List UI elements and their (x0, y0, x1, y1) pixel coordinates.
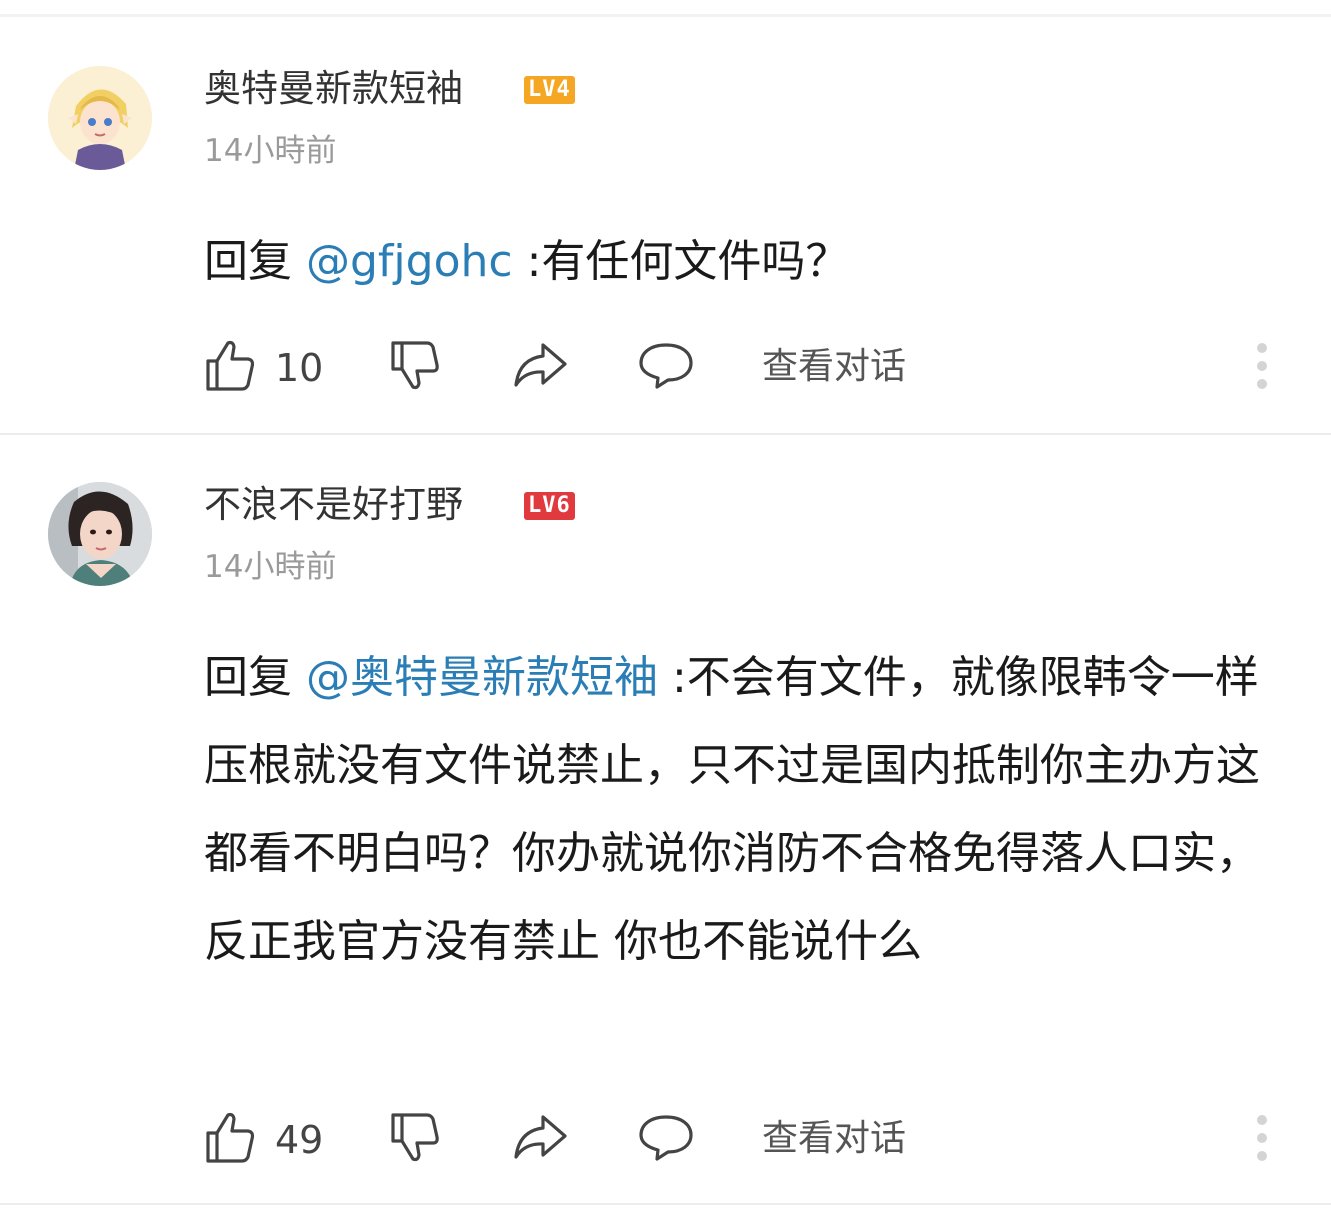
view-conversation-link[interactable]: 查看对话 (762, 1121, 906, 1157)
avatar[interactable] (48, 66, 152, 170)
timestamp: 14小時前 (204, 133, 337, 169)
mention-link[interactable]: @gfjgohc (306, 236, 513, 287)
mention-link[interactable]: @奥特曼新款短袖 (306, 652, 658, 703)
reply-prefix: 回复 (204, 236, 306, 287)
like-count: 49 (275, 1118, 324, 1162)
thumbs-down-icon (391, 341, 439, 390)
level-badge: LV6 (524, 492, 575, 520)
like-button[interactable] (200, 1107, 260, 1167)
thumbs-up-icon (206, 1112, 255, 1163)
speech-bubble-icon (639, 1115, 693, 1161)
level-badge: LV4 (524, 76, 575, 104)
reply-button[interactable] (636, 335, 696, 395)
like-count: 10 (275, 346, 324, 390)
share-button[interactable] (510, 335, 570, 395)
username[interactable]: 不浪不是好打野 (204, 486, 463, 523)
dislike-button[interactable] (385, 1107, 445, 1167)
timestamp: 14小時前 (204, 549, 337, 585)
comment-divider (0, 1203, 1331, 1205)
more-options-icon[interactable] (1252, 1113, 1272, 1163)
view-conversation-link[interactable]: 查看对话 (762, 349, 906, 385)
reply-button[interactable] (636, 1107, 696, 1167)
comment-text: 回复 @gfjgohc :有任何文件吗？ (204, 218, 1294, 306)
comment-body: :有任何文件吗？ (512, 236, 850, 287)
avatar[interactable] (48, 482, 152, 586)
comment-actions: 10 查看对话 (0, 333, 1331, 403)
thumbs-up-icon (206, 340, 255, 391)
more-options-icon[interactable] (1252, 341, 1272, 391)
share-icon (514, 1115, 567, 1159)
like-button[interactable] (200, 335, 260, 395)
share-button[interactable] (510, 1107, 570, 1167)
top-divider (0, 14, 1331, 17)
speech-bubble-icon (639, 343, 693, 389)
reply-prefix: 回复 (204, 652, 306, 703)
comment-actions: 49 查看对话 (0, 1105, 1331, 1175)
share-icon (514, 343, 567, 387)
username[interactable]: 奥特曼新款短袖 (204, 70, 463, 107)
dislike-button[interactable] (385, 335, 445, 395)
thumbs-down-icon (391, 1113, 439, 1162)
comment-text: 回复 @奥特曼新款短袖 :不会有文件，就像限韩令一样 压根就没有文件说禁止，只不… (204, 634, 1294, 986)
comment-divider (0, 433, 1331, 435)
